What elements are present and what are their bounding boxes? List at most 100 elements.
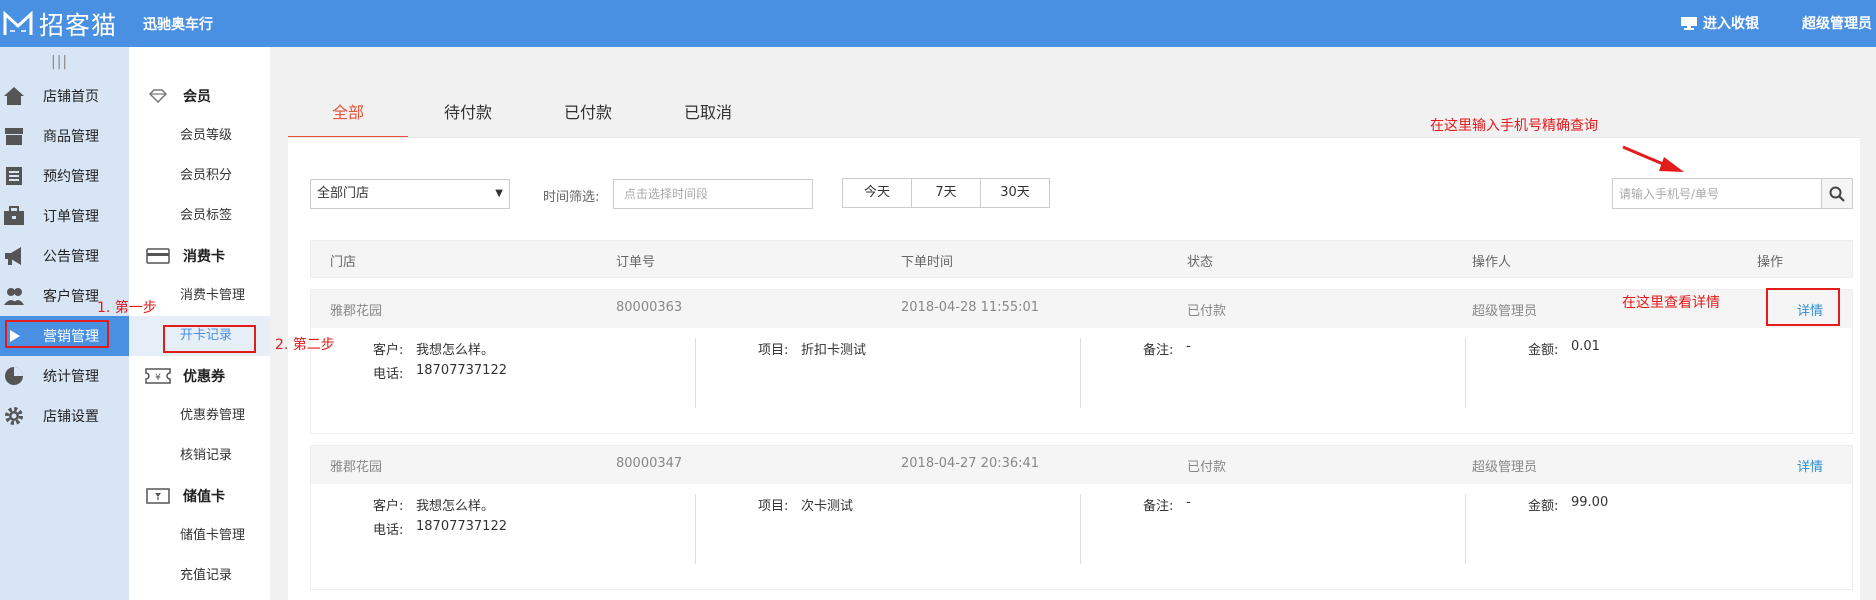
tab-pending-payment[interactable]: 待付款 — [408, 93, 528, 138]
note-label: 备注: — [1143, 499, 1174, 514]
card-icon — [145, 247, 171, 265]
customer-name: 我想怎么样。 — [416, 499, 495, 514]
sidebar-item-products[interactable]: 商品管理 — [0, 116, 129, 156]
annotation-step1: 1. 第一步 — [97, 300, 157, 316]
range-today-button[interactable]: 今天 — [842, 178, 912, 208]
annotation-detail-hint: 在这里查看详情 — [1622, 295, 1720, 311]
range-7days-button[interactable]: 7天 — [911, 178, 981, 208]
note-label: 备注: — [1143, 343, 1174, 358]
order-time: 2018-04-28 11:55:01 — [901, 300, 1040, 315]
user-menu[interactable]: 超级管理员 — [1802, 13, 1872, 33]
annotation-box-card-records — [163, 325, 256, 353]
enter-cashier-button[interactable]: 进入收银 — [1680, 13, 1759, 33]
order-status-tabs: 全部 待付款 已付款 已取消 — [288, 93, 768, 138]
quick-range-group: 今天 7天 30天 — [842, 178, 1050, 208]
item-label: 项目: — [758, 343, 789, 358]
range-30days-button[interactable]: 30天 — [980, 178, 1050, 208]
annotation-box-marketing — [5, 320, 109, 348]
amount-label: 金额: — [1528, 343, 1559, 358]
item-label: 项目: — [758, 499, 789, 514]
shop-name: 迅驰奥车行 — [143, 17, 213, 33]
wallet-icon — [145, 487, 171, 505]
time-range-input[interactable] — [613, 179, 813, 209]
order-card: 雅郡花园 80000347 2018-04-27 20:36:41 已付款 超级… — [310, 445, 1853, 590]
sidebar-item-label: 店铺首页 — [43, 89, 99, 105]
order-status: 已付款 — [1187, 460, 1227, 475]
order-number: 80000363 — [616, 300, 683, 315]
detail-col-item: 项目: 次卡测试 — [696, 494, 1081, 564]
order-operator: 超级管理员 — [1472, 460, 1538, 475]
search-icon — [1829, 186, 1845, 202]
brand-name: 招客猫 — [39, 11, 118, 40]
annotation-search-hint: 在这里输入手机号精确查询 — [1430, 118, 1598, 134]
column-status: 状态 — [1187, 255, 1214, 270]
subnav-group-member: 会员 — [129, 76, 270, 116]
detail-col-amount: 金额: 0.01 — [1466, 338, 1851, 408]
customer-name: 我想怎么样。 — [416, 343, 495, 358]
detail-col-amount: 金额: 99.00 — [1466, 494, 1851, 564]
order-number: 80000347 — [616, 456, 683, 471]
detail-col-note: 备注: - — [1081, 338, 1466, 408]
order-summary-row: 雅郡花园 80000347 2018-04-27 20:36:41 已付款 超级… — [311, 446, 1852, 484]
brand-logo[interactable]: 招客猫 — [2, 6, 117, 42]
table-header: 门店 订单号 下单时间 状态 操作人 操作 — [310, 240, 1853, 278]
detail-col-customer: 客户: 我想怎么样。 电话: 18707737122 — [311, 494, 696, 564]
pie-icon — [3, 366, 25, 386]
monitor-icon — [1681, 17, 1697, 30]
subnav-item-redemption-records[interactable]: 核销记录 — [129, 436, 270, 476]
subnav-item-recharge-records[interactable]: 充值记录 — [129, 556, 270, 596]
subnav-group-stored-value: 储值卡 — [129, 476, 270, 516]
detail-col-customer: 客户: 我想怎么样。 电话: 18707737122 — [311, 338, 696, 408]
customer-label: 客户: — [373, 499, 404, 514]
phone-order-search-input[interactable] — [1612, 178, 1822, 209]
order-store: 雅郡花园 — [330, 460, 383, 475]
subnav-group-title: 优惠券 — [183, 369, 225, 385]
tab-paid[interactable]: 已付款 — [528, 93, 648, 138]
customer-phone: 18707737122 — [416, 363, 507, 378]
store-icon — [3, 126, 25, 146]
tab-all[interactable]: 全部 — [288, 93, 408, 138]
sidebar-item-statistics[interactable]: 统计管理 — [0, 356, 129, 396]
subnav-item-member-tags[interactable]: 会员标签 — [129, 196, 270, 236]
sidebar-item-settings[interactable]: 店铺设置 — [0, 396, 129, 436]
enter-cashier-label: 进入收银 — [1703, 16, 1759, 32]
ticket-icon: ¥ — [145, 367, 171, 385]
subnav-group-consumer-card: 消费卡 — [129, 236, 270, 276]
subnav-item-coupon-management[interactable]: 优惠券管理 — [129, 396, 270, 436]
sidebar-item-orders[interactable]: 订单管理 — [0, 196, 129, 236]
note-value: - — [1186, 495, 1191, 510]
phone-label: 电话: — [373, 367, 404, 382]
users-icon — [3, 286, 25, 306]
customer-label: 客户: — [373, 343, 404, 358]
store-select-value: 全部门店 — [317, 186, 370, 201]
order-status: 已付款 — [1187, 304, 1227, 319]
column-order-time: 下单时间 — [901, 255, 954, 270]
order-detail-link[interactable]: 详情 — [1797, 456, 1823, 475]
tab-cancelled[interactable]: 已取消 — [648, 93, 768, 138]
store-select[interactable]: 全部门店 ▼ — [310, 179, 510, 209]
sidebar-item-label: 统计管理 — [43, 369, 99, 385]
megaphone-icon — [3, 246, 25, 266]
sidebar-item-reservations[interactable]: 预约管理 — [0, 156, 129, 196]
annotation-arrow-icon — [1622, 145, 1684, 172]
sidebar-item-label: 店铺设置 — [43, 409, 99, 425]
subnav-item-member-level[interactable]: 会员等级 — [129, 116, 270, 156]
sidebar-toggle-icon[interactable]: ||| — [51, 54, 68, 70]
order-operator: 超级管理员 — [1472, 304, 1538, 319]
diamond-icon — [145, 87, 171, 105]
sidebar-item-label: 订单管理 — [43, 209, 99, 225]
subnav-item-stored-card-management[interactable]: 储值卡管理 — [129, 516, 270, 556]
sidebar-item-announcements[interactable]: 公告管理 — [0, 236, 129, 276]
subnav-group-title: 会员 — [183, 89, 211, 105]
search-button[interactable] — [1821, 178, 1853, 209]
subnav-item-member-points[interactable]: 会员积分 — [129, 156, 270, 196]
order-time: 2018-04-27 20:36:41 — [901, 456, 1040, 471]
sidebar-item-home[interactable]: 店铺首页 — [0, 76, 129, 116]
column-operator: 操作人 — [1472, 255, 1512, 270]
detail-col-note: 备注: - — [1081, 494, 1466, 564]
list-icon — [3, 166, 25, 186]
briefcase-icon — [3, 206, 25, 226]
time-filter-label: 时间筛选: — [543, 190, 600, 205]
annotation-step2: 2. 第二步 — [275, 337, 335, 353]
customer-phone: 18707737122 — [416, 519, 507, 534]
